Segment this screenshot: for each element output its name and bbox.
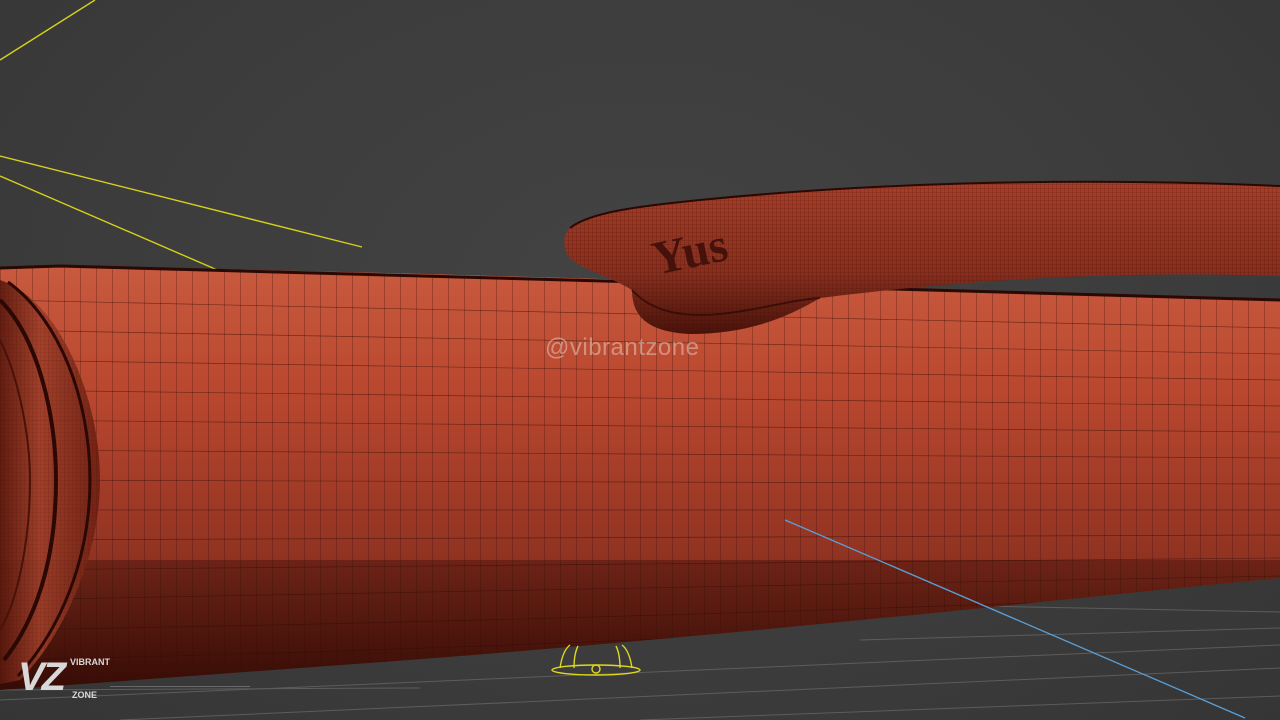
channel-logo: VZ VIBRANT ZONE [18,655,250,707]
logo-divider [110,686,250,687]
pen-barrel[interactable] [0,0,1280,720]
light-object-icon[interactable] [551,644,641,676]
scene-canvas[interactable]: Yus [0,0,1280,720]
logo-monogram: VZ [18,655,66,699]
light-gizmo-lines[interactable] [0,0,363,273]
logo-bottom-text: ZONE [72,690,98,700]
3d-viewport[interactable]: Yus @vibrantzone VZ VIBRANT ZONE [0,0,1280,720]
logo-top-text: VIBRANT [70,657,110,667]
